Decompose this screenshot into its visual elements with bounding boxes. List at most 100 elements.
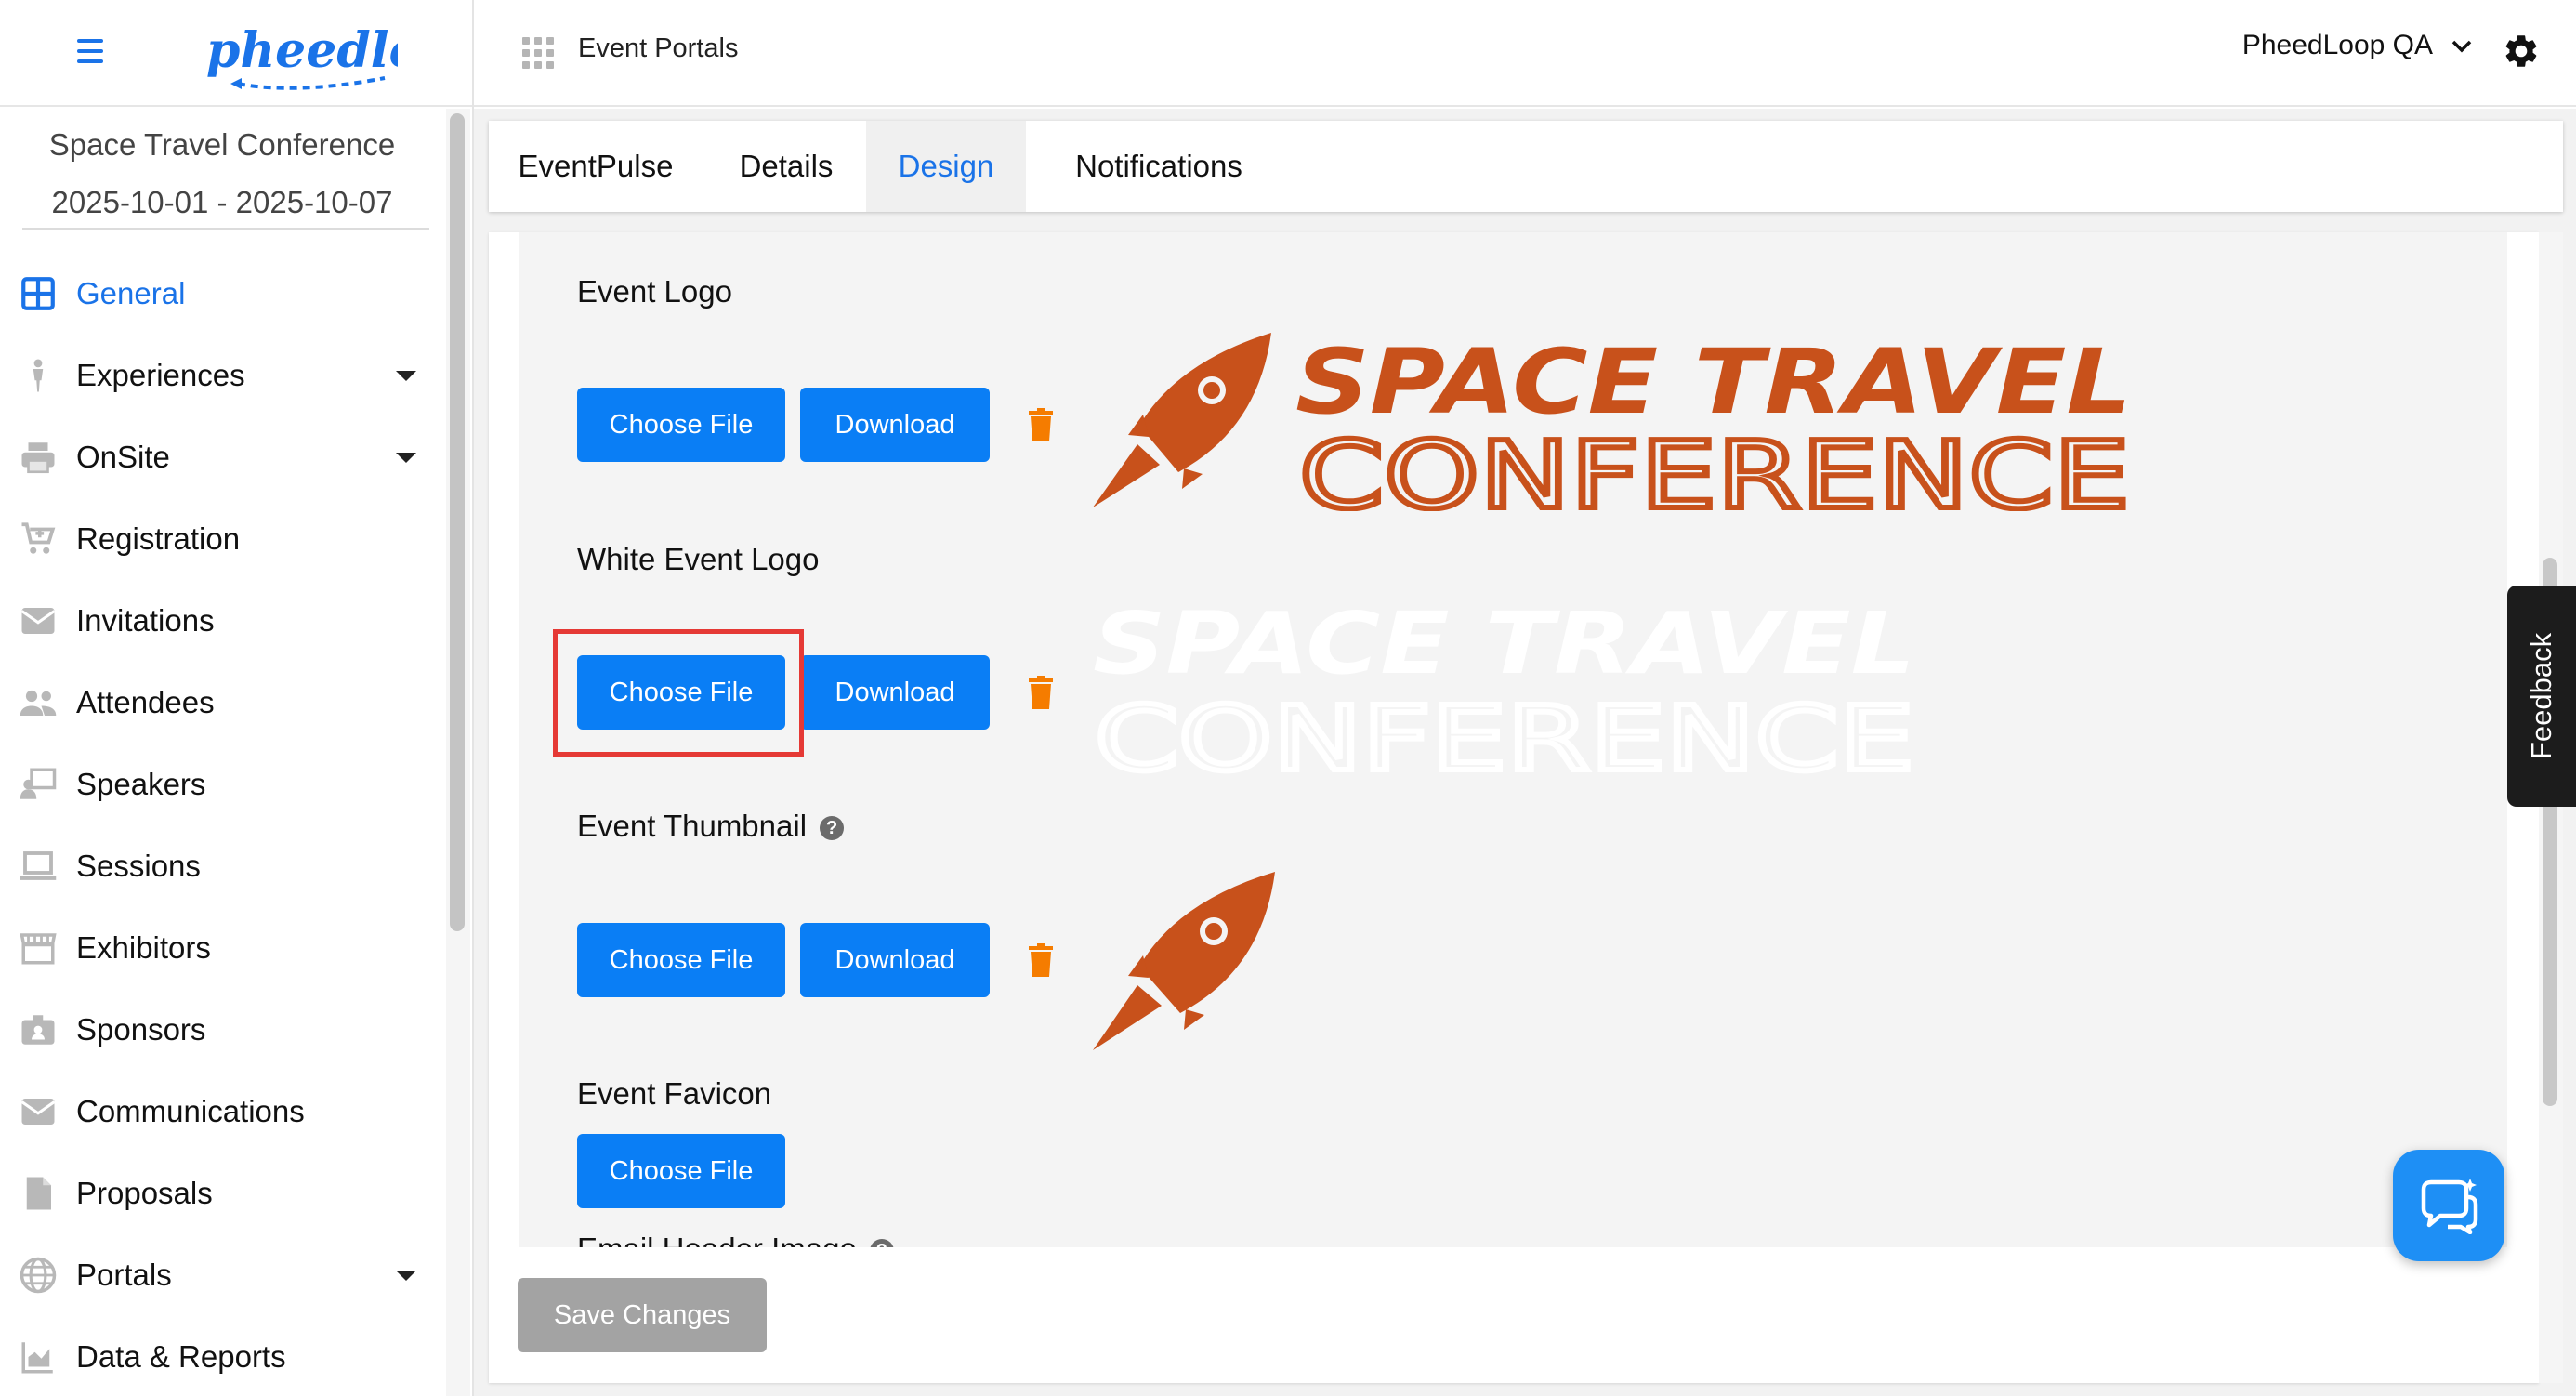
- save-changes-button[interactable]: Save Changes: [518, 1278, 767, 1352]
- white-logo-preview: SPACE TRAVEL CONFERENCE: [1093, 594, 1917, 779]
- sidebar-item-portals[interactable]: Portals: [0, 1234, 444, 1316]
- person-icon: [33, 359, 44, 392]
- sidebar-item-label: Registration: [76, 521, 241, 556]
- tab-eventpulse[interactable]: EventPulse: [489, 121, 703, 212]
- white-logo-line2: CONFERENCE: [1095, 687, 1914, 779]
- envelope-icon: [20, 608, 56, 634]
- sidebar-item-proposals[interactable]: Proposals: [0, 1152, 444, 1234]
- sidebar-item-sponsors[interactable]: Sponsors: [0, 989, 444, 1071]
- sidebar-item-exhibitors[interactable]: Exhibitors: [0, 907, 444, 989]
- gear-icon[interactable]: [2502, 32, 2541, 71]
- sidebar-nav: General Experiences OnSite Registration …: [0, 253, 444, 1396]
- thumbnail-label: Event Thumbnail?: [577, 809, 845, 844]
- globe-icon: [20, 1257, 57, 1294]
- favicon-choose-file-button[interactable]: Choose File: [577, 1134, 785, 1208]
- sidebar-item-label: Experiences: [76, 358, 245, 392]
- white-logo-line1: SPACE TRAVEL: [1093, 594, 1915, 693]
- sidebar-item-label: Portals: [76, 1258, 172, 1292]
- laptop-icon: [20, 851, 57, 880]
- sidebar-item-registration[interactable]: Registration: [0, 498, 444, 580]
- event-logo-download-button[interactable]: Download: [800, 388, 990, 462]
- sidebar-item-general[interactable]: General: [0, 253, 444, 335]
- sidebar-item-label: General: [76, 276, 186, 310]
- trash-icon[interactable]: [1029, 408, 1053, 441]
- chart-icon: [21, 1342, 53, 1374]
- event-logo-choose-file-button[interactable]: Choose File: [577, 388, 785, 462]
- logo-line1: SPACE TRAVEL: [1295, 330, 2132, 434]
- sidebar-item-label: Attendees: [76, 685, 215, 719]
- sidebar-item-attendees[interactable]: Attendees: [0, 662, 444, 744]
- sidebar-item-label: Data & Reports: [76, 1339, 286, 1374]
- rocket-thumbnail-preview: [1093, 872, 1275, 1050]
- sidebar-item-invitations[interactable]: Invitations: [0, 580, 444, 662]
- email-header-label-text: Email Header Image: [577, 1231, 857, 1247]
- white-logo-label: White Event Logo: [577, 542, 820, 576]
- sidebar: Space Travel Conference 2025-10-01 - 202…: [0, 109, 444, 1396]
- email-header-label: Email Header Image?: [577, 1231, 894, 1247]
- event-logo-preview: SPACE TRAVEL CONFERENCE: [1093, 330, 2133, 511]
- white-logo-download-button[interactable]: Download: [800, 655, 990, 730]
- sidebar-item-experiences[interactable]: Experiences: [0, 335, 444, 416]
- sidebar-item-label: Exhibitors: [76, 930, 211, 965]
- thumbnail-download-button[interactable]: Download: [800, 923, 990, 997]
- highlight-annotation: [553, 629, 804, 757]
- thumbnail-label-text: Event Thumbnail: [577, 809, 808, 843]
- org-dropdown[interactable]: PheedLoop QA: [2242, 30, 2474, 61]
- topbar: Event Portals PheedLoop QA: [474, 0, 2576, 107]
- caret-down-icon: [396, 452, 416, 463]
- feedback-tab[interactable]: Feedback: [2507, 586, 2576, 807]
- rocket-icon: [1093, 333, 1271, 507]
- presenter-icon: [20, 768, 57, 799]
- sidebar-item-label: Proposals: [76, 1176, 213, 1210]
- event-name: Space Travel Conference: [48, 127, 396, 162]
- design-form: Event Logo Choose File Download SPACE TR…: [519, 232, 2507, 1247]
- badge-icon: [21, 1015, 55, 1045]
- pheedloop-logo[interactable]: pheedloop: [203, 11, 398, 93]
- favicon-label: Event Favicon: [577, 1076, 772, 1111]
- caret-down-icon: [396, 1270, 416, 1281]
- org-name: PheedLoop QA: [2241, 30, 2433, 60]
- people-icon: [20, 690, 57, 716]
- tab-details[interactable]: Details: [712, 121, 861, 212]
- sidebar-item-label: Communications: [76, 1094, 305, 1128]
- sidebar-item-sessions[interactable]: Sessions: [0, 825, 444, 907]
- document-icon: [26, 1177, 51, 1210]
- chat-button[interactable]: [2393, 1150, 2504, 1261]
- sidebar-item-label: Invitations: [76, 603, 215, 638]
- event-dates: 2025-10-01 - 2025-10-07: [51, 185, 393, 219]
- sidebar-item-label: OnSite: [76, 440, 170, 474]
- feedback-label: Feedback: [2525, 632, 2557, 760]
- menu-icon[interactable]: [77, 39, 103, 63]
- logo-line2: CONFERENCE: [1299, 421, 2130, 511]
- tab-design[interactable]: Design: [866, 121, 1026, 212]
- topbar-brand-area: pheedloop: [0, 0, 472, 107]
- envelope-icon: [20, 1099, 56, 1125]
- sidebar-item-data-reports[interactable]: Data & Reports: [0, 1316, 444, 1396]
- caret-down-icon: [396, 370, 416, 381]
- storefront-icon: [20, 933, 57, 965]
- tab-notifications[interactable]: Notifications: [1033, 121, 1284, 212]
- apps-grid-icon[interactable]: [522, 37, 554, 69]
- sidebar-item-label: Speakers: [76, 767, 206, 801]
- sidebar-item-label: Sessions: [76, 849, 201, 883]
- divider: [22, 228, 429, 230]
- page-title: Event Portals: [578, 33, 739, 63]
- chevron-down-icon: [2451, 40, 2472, 53]
- sidebar-scrollbar-thumb[interactable]: [450, 113, 465, 931]
- sidebar-item-onsite[interactable]: OnSite: [0, 416, 444, 498]
- grid-icon: [21, 277, 55, 310]
- tab-bar: EventPulse Details Design Notifications: [489, 121, 2563, 212]
- sidebar-item-label: Sponsors: [76, 1012, 206, 1047]
- trash-icon[interactable]: [1029, 943, 1053, 977]
- sidebar-item-speakers[interactable]: Speakers: [0, 744, 444, 825]
- event-logo-label: Event Logo: [577, 274, 732, 309]
- printer-icon: [21, 442, 55, 474]
- logo-text: pheedloop: [206, 22, 398, 79]
- chat-bubble-icon: [2421, 1179, 2478, 1234]
- help-icon[interactable]: ?: [869, 1239, 894, 1247]
- cart-icon: [21, 522, 56, 554]
- trash-icon[interactable]: [1029, 676, 1053, 709]
- thumbnail-choose-file-button[interactable]: Choose File: [577, 923, 785, 997]
- sidebar-item-communications[interactable]: Communications: [0, 1071, 444, 1152]
- help-icon[interactable]: ?: [820, 816, 845, 841]
